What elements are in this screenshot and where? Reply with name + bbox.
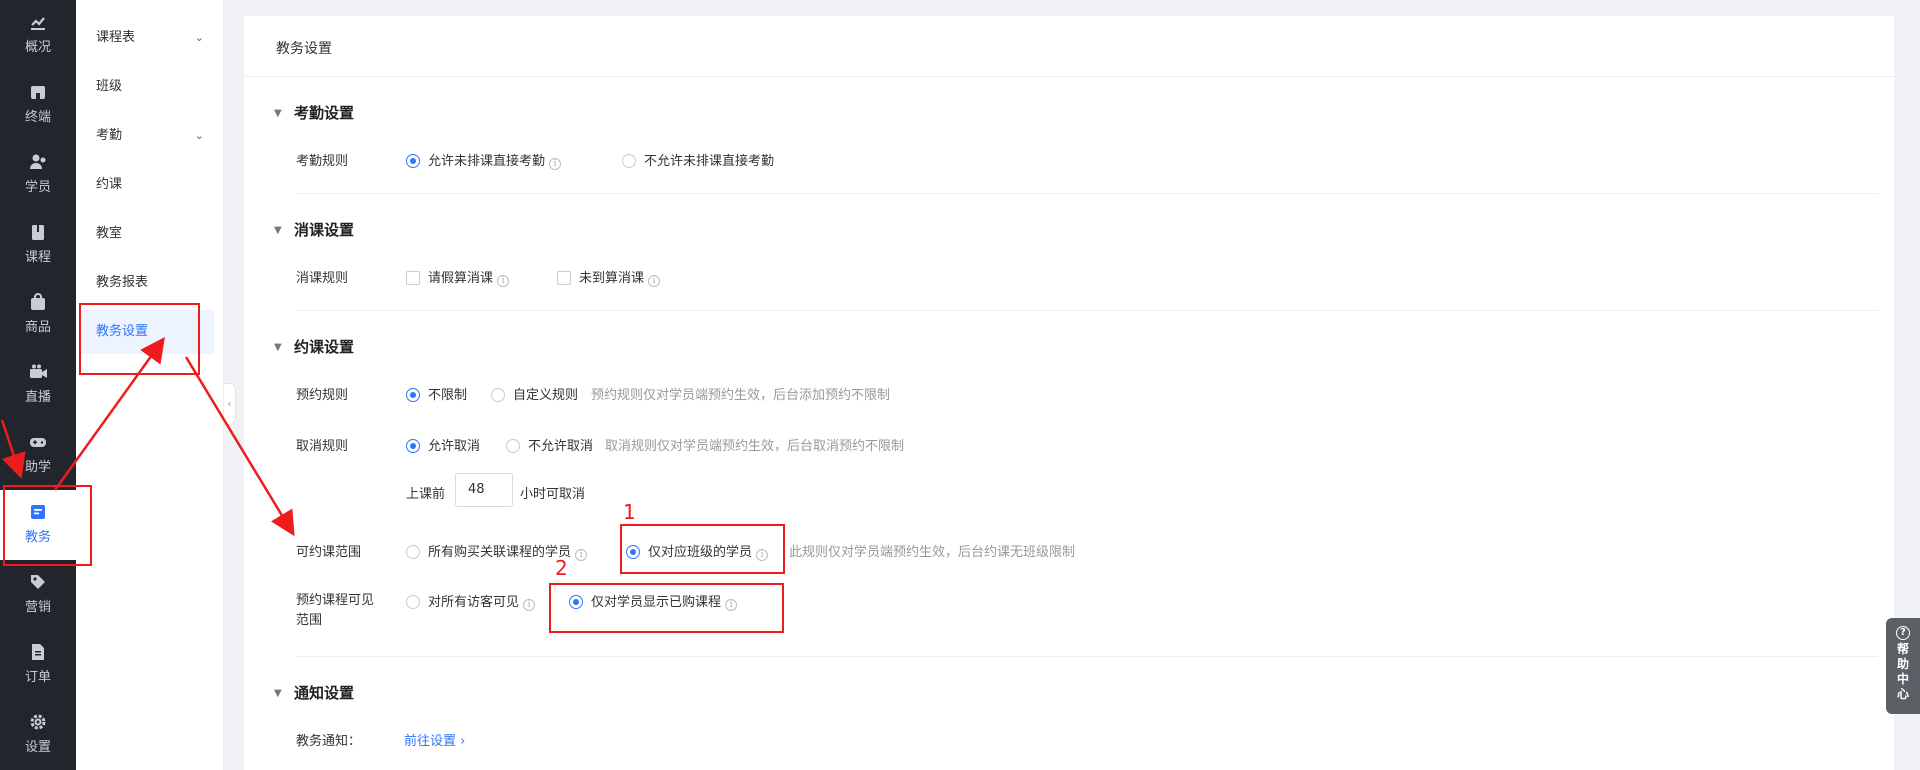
annotation-arrows [0, 336, 295, 537]
question-icon: ? [1896, 626, 1910, 640]
annotation-box-2 [549, 583, 784, 633]
help-char: 助 [1896, 657, 1909, 671]
arrow-to-scope [184, 356, 295, 537]
help-char: 帮 [1896, 642, 1909, 656]
arrow-to-nav [0, 419, 26, 479]
annotation-box-submenu [79, 303, 200, 375]
help-char: 心 [1896, 687, 1909, 701]
annotation-box-1 [620, 524, 785, 574]
help-char: 中 [1896, 672, 1909, 686]
annotation-number-2: 2 [555, 556, 568, 580]
annotation-number-1: 1 [623, 500, 636, 524]
help-center-button[interactable]: ? 帮 助 中 心 [1886, 618, 1920, 714]
annotation-box-nav [3, 485, 92, 566]
